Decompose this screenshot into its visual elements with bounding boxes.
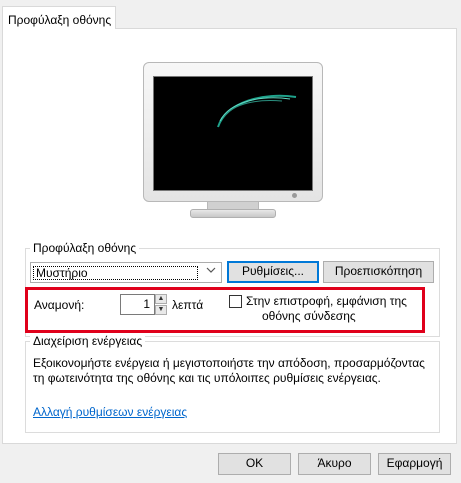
- tab-label: Προφύλαξη οθόνης: [8, 13, 112, 27]
- screensaver-group-title: Προφύλαξη οθόνης: [30, 241, 140, 255]
- power-description-line2: τη φωτεινότητα της οθόνης και τις υπόλοι…: [33, 371, 381, 385]
- chevron-down-icon[interactable]: [204, 265, 218, 279]
- spin-up-button[interactable]: ▲: [155, 294, 167, 304]
- mystify-preview-icon: [217, 94, 297, 128]
- settings-button[interactable]: Ρυθμίσεις...: [227, 261, 319, 283]
- power-group-title: Διαχείριση ενέργειας: [30, 334, 146, 348]
- resume-checkbox[interactable]: [229, 295, 242, 308]
- power-description-line1: Εξοικονομήστε ενέργεια ή μεγιστοποιήστε …: [33, 356, 425, 370]
- power-description: Εξοικονομήστε ενέργεια ή μεγιστοποιήστε …: [33, 356, 433, 386]
- wait-label: Αναμονή:: [34, 298, 85, 312]
- monitor-power-led: [292, 193, 297, 198]
- cancel-button[interactable]: Άκυρο: [298, 453, 371, 475]
- monitor-stand: [190, 209, 276, 218]
- preview-button[interactable]: Προεπισκόπηση: [323, 261, 434, 283]
- power-group: [25, 341, 440, 433]
- resume-checkbox-label[interactable]: Στην επιστροφή, εμφάνιση της οθόνης σύνδ…: [246, 294, 407, 324]
- resume-label-line2: οθόνης σύνδεσης: [262, 309, 356, 323]
- change-power-settings-link[interactable]: Αλλαγή ρυθμίσεων ενέργειας: [33, 405, 187, 419]
- monitor-screen: [153, 76, 313, 191]
- resume-label-line1: Στην επιστροφή, εμφάνιση της: [246, 294, 407, 308]
- spin-down-button[interactable]: ▼: [155, 305, 167, 315]
- wait-unit: λεπτά: [172, 298, 204, 312]
- ok-button[interactable]: OK: [218, 453, 291, 475]
- tab-screen-saver[interactable]: Προφύλαξη οθόνης: [2, 6, 116, 29]
- screensaver-select-value: Μυστήριο: [33, 266, 198, 280]
- monitor-neck: [207, 202, 259, 209]
- apply-button[interactable]: Εφαρμογή: [378, 453, 451, 475]
- wait-minutes-input[interactable]: 1: [120, 294, 155, 315]
